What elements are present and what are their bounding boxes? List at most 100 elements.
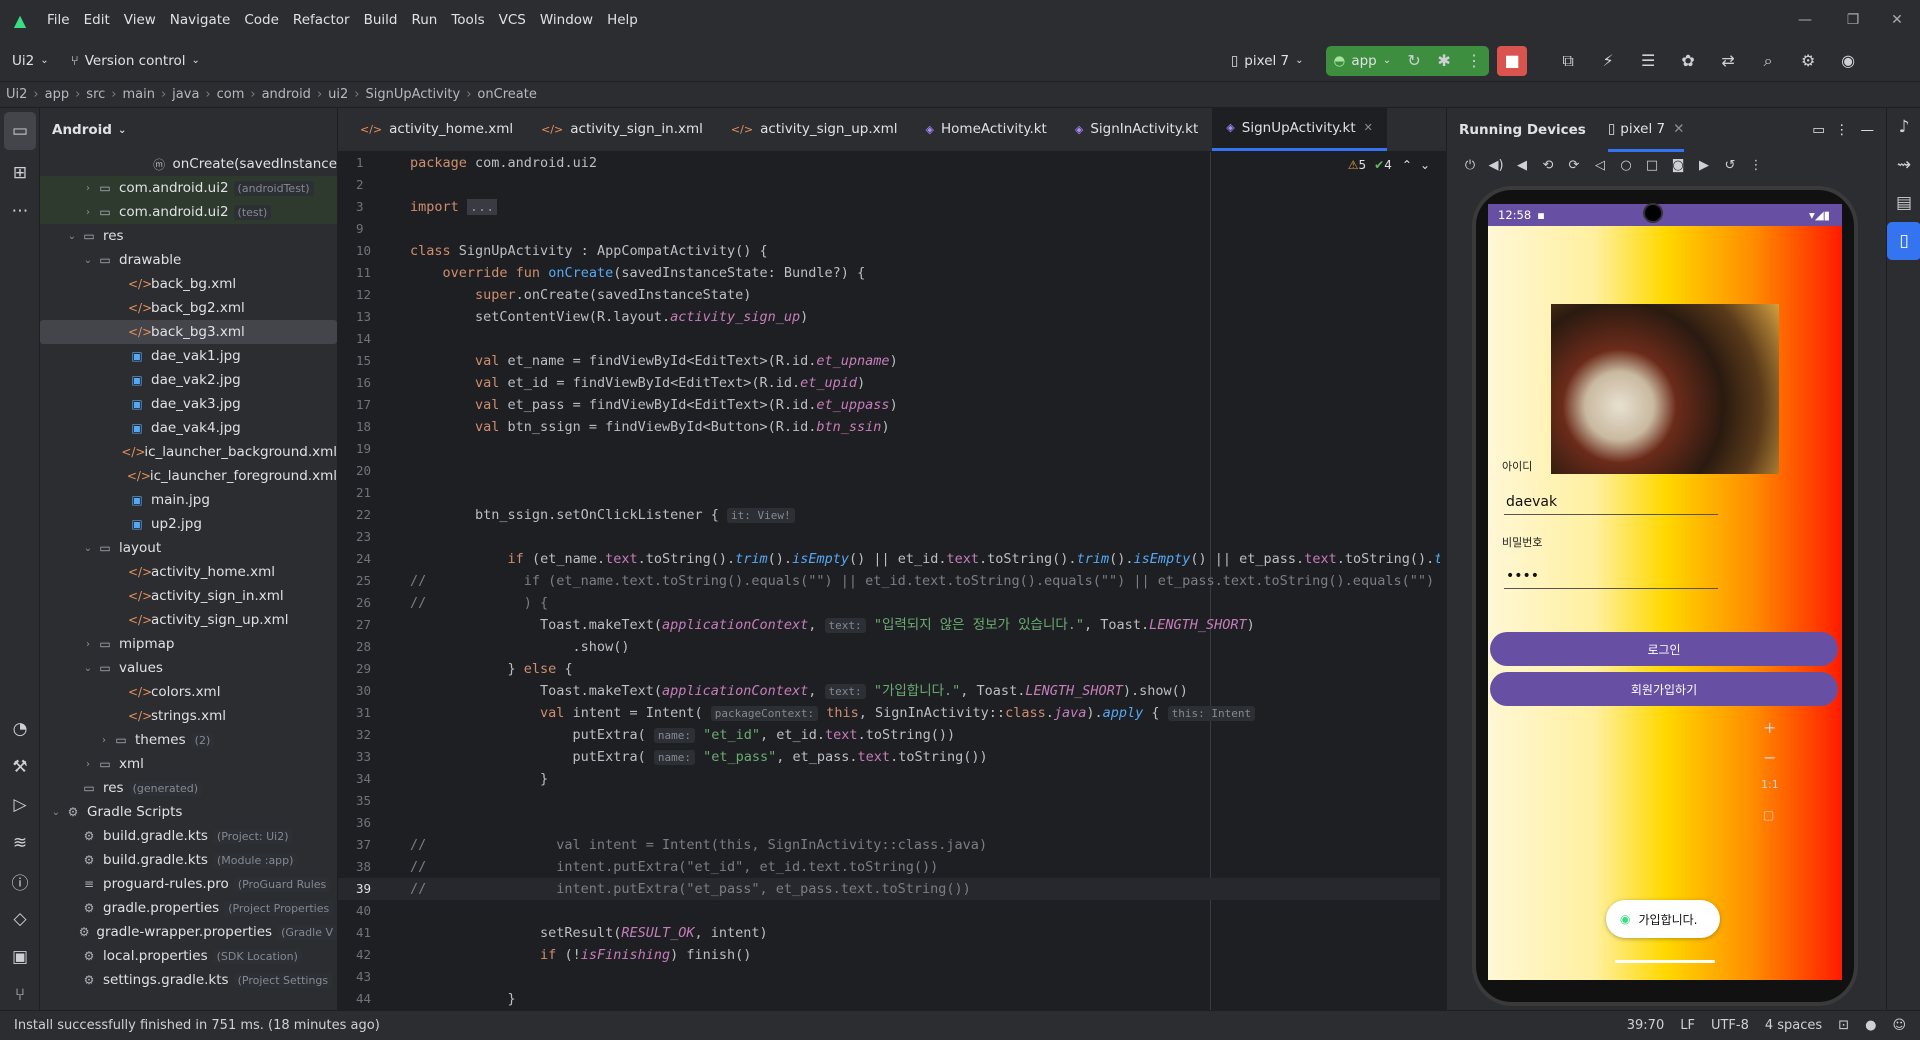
breadcrumb-item[interactable]: SignUpActivity [365,87,460,102]
editor-tab[interactable]: ◈ SignInActivity.kt [1061,107,1212,151]
tree-item[interactable]: ▣ dae_vak1.jpg [40,344,337,368]
logcat-icon[interactable]: ≋ [0,824,40,862]
tree-item[interactable]: </> back_bg.xml [40,272,337,296]
account-icon[interactable]: ◉ [1833,46,1863,76]
volume-up-icon[interactable]: ◀) [1483,158,1509,173]
lock-icon[interactable]: ⊡ [1838,1018,1849,1033]
more-run-icon[interactable]: ⋮ [1459,46,1489,76]
tree-item[interactable]: › ▭ themes (2) [40,728,337,752]
id-input[interactable]: daevak [1506,494,1557,510]
device-selector[interactable]: ▯ pixel 7 ⌄ [1223,47,1312,75]
editor-tab[interactable]: </> activity_home.xml [346,107,527,151]
menu-code[interactable]: Code [237,0,286,40]
line-separator[interactable]: LF [1680,1018,1695,1033]
tree-item[interactable]: ▣ up2.jpg [40,512,337,536]
build-icon[interactable]: ⚒ [0,748,40,786]
rotate-right-icon[interactable]: ⟳ [1561,158,1587,173]
problems-icon[interactable]: ⓘ [0,862,40,900]
tree-item[interactable]: </> back_bg2.xml [40,296,337,320]
close-tab-icon[interactable]: ✕ [1364,121,1373,134]
tree-item[interactable]: ⚙ local.properties (SDK Location) [40,944,337,968]
tree-item[interactable]: ⚙ build.gradle.kts (Project: Ui2) [40,824,337,848]
power-icon[interactable]: ⏻ [1457,158,1483,173]
menu-navigate[interactable]: Navigate [163,0,238,40]
project-view-selector[interactable]: Android ⌄ [40,108,337,152]
debug-icon[interactable]: ✱ [1429,46,1459,76]
code-area[interactable]: package com.android.ui2 import ... class… [410,152,1440,1018]
gems-icon[interactable]: ◇ [0,900,40,938]
tree-item[interactable]: </> back_bg3.xml [40,320,337,344]
tree-item[interactable]: ⚙ settings.gradle.kts (Project Settings [40,968,337,992]
profiler-icon[interactable]: ⚡ [1593,46,1623,76]
app-inspection-icon[interactable]: ◔ [0,710,40,748]
tree-item[interactable]: › ▭ com.android.ui2 (androidTest) [40,176,337,200]
breadcrumb-item[interactable]: app [45,87,69,102]
tree-item[interactable]: › ▭ xml [40,752,337,776]
run-config-selector[interactable]: ◓ app ⌄ [1326,47,1400,75]
tree-item[interactable]: › ▭ mipmap [40,632,337,656]
home-icon[interactable]: ○ [1613,158,1639,173]
editor-tab[interactable]: </> activity_sign_up.xml [717,107,912,151]
settings-gear-icon[interactable]: ⚙ [1793,46,1823,76]
breadcrumb-item[interactable]: src [86,87,105,102]
memory-icon[interactable]: ● [1865,1018,1876,1033]
sync-icon[interactable]: ☰ [1633,46,1663,76]
back-icon[interactable]: ◁ [1587,158,1613,173]
reset-icon[interactable]: ↺ [1717,158,1743,173]
terminal-icon[interactable]: ▣ [0,938,40,976]
more-tools-icon[interactable]: ⋯ [0,192,40,230]
apply-changes-icon[interactable]: ↻ [1399,46,1429,76]
tree-item[interactable]: ⌄ ▭ values [40,656,337,680]
tree-item[interactable]: </> activity_sign_in.xml [40,584,337,608]
running-devices-icon[interactable]: ▯ [1887,222,1920,260]
tree-item[interactable]: ▣ dae_vak2.jpg [40,368,337,392]
search-icon[interactable]: ⌕ [1753,46,1783,76]
phone-screen[interactable]: 12:58 ▪ ▾◢▮ 아이디 daevak 비밀번호 •••• 로그인 회원가입하… [1488,204,1842,980]
zoom-in-icon[interactable]: + [1763,718,1776,737]
close-icon[interactable]: ✕ [1673,121,1684,137]
gemini-icon[interactable]: ⇝ [1887,146,1920,184]
tree-item[interactable]: ⌄ ▭ res [40,224,337,248]
tree-item[interactable]: ≡ proguard-rules.pro (ProGuard Rules [40,872,337,896]
password-input[interactable]: •••• [1506,568,1539,584]
tree-item[interactable]: ⓜ onCreate(savedInstance [40,152,337,176]
minimize-panel-icon[interactable]: — [1861,122,1875,138]
breadcrumb-item[interactable]: android [262,87,311,102]
zoom-fit-icon[interactable]: ▢ [1763,808,1774,822]
layout-icon[interactable]: ▭ [1812,122,1825,138]
menu-tools[interactable]: Tools [444,0,491,40]
menu-view[interactable]: View [117,0,163,40]
file-encoding[interactable]: UTF-8 [1711,1018,1749,1033]
minimize-icon[interactable]: — [1782,0,1828,40]
editor-tab[interactable]: </> activity_sign_in.xml [527,107,717,151]
cursor-position[interactable]: 39:70 [1627,1018,1664,1033]
user-icon[interactable]: ☺ [1892,1018,1906,1033]
tree-item[interactable]: ⌄ ▭ drawable [40,248,337,272]
breadcrumb-item[interactable]: ui2 [328,87,348,102]
tree-item[interactable]: ⚙ gradle-wrapper.properties (Gradle V [40,920,337,944]
device-tab[interactable]: ▯ pixel 7 ✕ [1607,108,1685,152]
menu-build[interactable]: Build [357,0,405,40]
record-icon[interactable]: ▶ [1691,158,1717,173]
gradle-sync-icon[interactable]: ⇄ [1713,46,1743,76]
plugins-icon[interactable]: ✿ [1673,46,1703,76]
menu-run[interactable]: Run [404,0,444,40]
tree-item[interactable]: ⚙ build.gradle.kts (Module :app) [40,848,337,872]
editor-tab[interactable]: ◈ SignUpActivity.kt ✕ [1212,107,1387,151]
signup-button[interactable]: 회원가입하기 [1490,672,1838,706]
tree-item[interactable]: ⚙ gradle.properties (Project Properties [40,896,337,920]
gesture-bar[interactable] [1615,960,1715,963]
tree-item[interactable]: </> strings.xml [40,704,337,728]
breadcrumb-item[interactable]: onCreate [477,87,536,102]
menu-edit[interactable]: Edit [77,0,117,40]
menu-refactor[interactable]: Refactor [286,0,357,40]
screenshot-icon[interactable]: ◙ [1665,158,1691,173]
tree-item[interactable]: ⌄ ▭ layout [40,536,337,560]
notifications-icon[interactable]: ♪ [1887,108,1920,146]
restore-icon[interactable]: ❐ [1830,0,1876,40]
menu-file[interactable]: File [40,0,77,40]
login-button[interactable]: 로그인 [1490,632,1838,666]
project-folder-icon[interactable]: ▭ [4,112,36,150]
breadcrumb-item[interactable]: java [172,87,199,102]
tree-item[interactable]: › ▭ com.android.ui2 (test) [40,200,337,224]
